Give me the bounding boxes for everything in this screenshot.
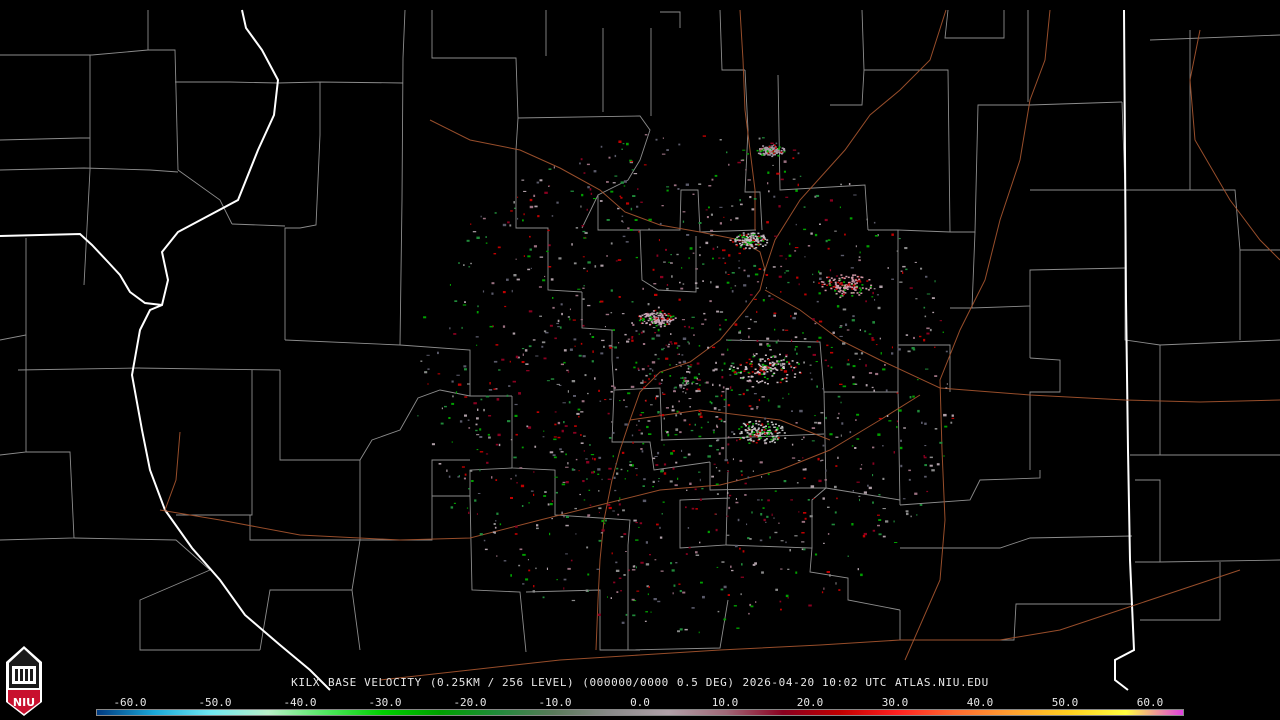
source-site: ATLAS.NIU.EDU — [894, 676, 989, 689]
colorbar-tick-label: 10.0 — [711, 696, 739, 709]
radar-site: KILX — [291, 676, 321, 689]
product-caption: KILX BASE VELOCITY (0.25KM / 256 LEVEL) (00… — [0, 676, 1280, 689]
product-name: BASE VELOCITY — [327, 676, 422, 689]
velocity-colorbar — [96, 709, 1184, 716]
radar-map — [0, 0, 1280, 720]
volume-id: (000000/0000 — [582, 676, 669, 689]
colorbar-tick-label: 20.0 — [796, 696, 824, 709]
colorbar-tick-label: -20.0 — [453, 696, 487, 709]
colorbar-tick-label: -40.0 — [283, 696, 317, 709]
colorbar-tick-label: -30.0 — [368, 696, 402, 709]
colorbar-tick-label: 60.0 — [1136, 696, 1164, 709]
colorbar-tick-label: -10.0 — [538, 696, 572, 709]
colorbar-tick-labels: -60.0 -50.0 -40.0 -30.0 -20.0 -10.0 0.0 10.0 20.… — [0, 696, 1280, 709]
colorbar-tick-label: 40.0 — [966, 696, 994, 709]
colorbar-tick-label: 0.0 — [630, 696, 650, 709]
colorbar-tick-label: 50.0 — [1051, 696, 1079, 709]
colorbar-tick-label: -50.0 — [198, 696, 232, 709]
scan-datetime: 2026-04-20 10:02 UTC — [742, 676, 887, 689]
product-resolution: (0.25KM / 256 LEVEL) — [429, 676, 575, 689]
colorbar-tick-label: -60.0 — [113, 696, 147, 709]
colorbar-tick-label: 30.0 — [881, 696, 909, 709]
elevation-angle: 0.5 DEG) — [676, 676, 735, 689]
